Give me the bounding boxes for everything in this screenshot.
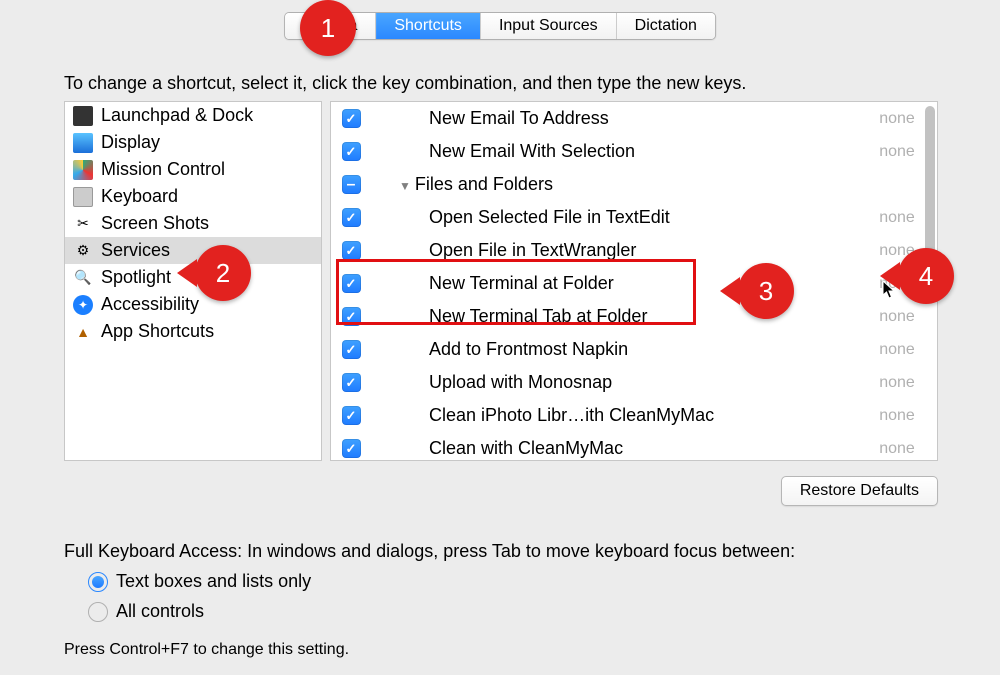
category-label: Launchpad & Dock — [101, 105, 253, 126]
svc-label: Upload with Monosnap — [371, 372, 857, 393]
svc-key[interactable]: none — [857, 341, 937, 359]
app-shortcuts-icon: ▲ — [73, 322, 93, 342]
radio-all-controls[interactable]: All controls — [88, 601, 204, 622]
svc-row[interactable]: New Email With Selection none — [331, 135, 937, 168]
svc-row[interactable]: New Terminal at Folder none — [331, 267, 937, 300]
svc-key[interactable]: none — [857, 440, 937, 458]
svc-row[interactable]: Clean iPhoto Libr…ith CleanMyMac none — [331, 399, 937, 432]
svc-row[interactable]: Open File in TextWrangler none — [331, 234, 937, 267]
category-label: Keyboard — [101, 186, 178, 207]
category-keyboard[interactable]: Keyboard — [65, 183, 321, 210]
category-label: Display — [101, 132, 160, 153]
svc-group-label: ▼Files and Folders — [371, 174, 857, 195]
svc-label: Open File in TextWrangler — [371, 240, 857, 261]
category-label: Screen Shots — [101, 213, 209, 234]
annotation-callout-3: 3 — [738, 263, 794, 319]
display-icon — [73, 133, 93, 153]
checkbox[interactable] — [342, 208, 361, 227]
disclosure-triangle-icon[interactable]: ▼ — [399, 179, 411, 193]
checkbox-mixed[interactable] — [342, 175, 361, 194]
screenshot-icon: ✂︎ — [73, 214, 93, 234]
svc-label: Clean iPhoto Libr…ith CleanMyMac — [371, 405, 857, 426]
hint-text: Press Control+F7 to change this setting. — [64, 641, 349, 659]
radio-text-boxes-only[interactable]: Text boxes and lists only — [88, 571, 311, 592]
svc-key[interactable]: none — [857, 407, 937, 425]
checkbox[interactable] — [342, 340, 361, 359]
annotation-callout-4: 4 — [898, 248, 954, 304]
category-label: Mission Control — [101, 159, 225, 180]
svc-label: Add to Frontmost Napkin — [371, 339, 857, 360]
keyboard-access-text: Full Keyboard Access: In windows and dia… — [64, 541, 795, 562]
svc-label: Open Selected File in TextEdit — [371, 207, 857, 228]
category-accessibility[interactable]: ✦ Accessibility — [65, 291, 321, 318]
svc-row[interactable]: New Email To Address none — [331, 102, 937, 135]
svc-row[interactable]: Add to Frontmost Napkin none — [331, 333, 937, 366]
category-label: App Shortcuts — [101, 321, 214, 342]
category-label: Spotlight — [101, 267, 171, 288]
svc-row[interactable]: Clean with CleanMyMac none — [331, 432, 937, 461]
svc-key[interactable]: none — [857, 308, 937, 326]
cursor-icon — [882, 280, 896, 300]
checkbox[interactable] — [342, 406, 361, 425]
tab-shortcuts[interactable]: Shortcuts — [376, 13, 481, 39]
category-label: Services — [101, 240, 170, 261]
instruction-text: To change a shortcut, select it, click t… — [64, 73, 746, 94]
services-list: New Email To Address none New Email With… — [330, 101, 938, 461]
restore-defaults-button[interactable]: Restore Defaults — [781, 476, 938, 506]
radio-label: Text boxes and lists only — [116, 571, 311, 592]
svc-label: New Email To Address — [371, 108, 857, 129]
category-display[interactable]: Display — [65, 129, 321, 156]
checkbox[interactable] — [342, 109, 361, 128]
mission-control-icon — [73, 160, 93, 180]
spotlight-icon: 🔍 — [73, 268, 93, 288]
checkbox[interactable] — [342, 307, 361, 326]
radio-label: All controls — [116, 601, 204, 622]
category-mission-control[interactable]: Mission Control — [65, 156, 321, 183]
category-label: Accessibility — [101, 294, 199, 315]
radio-button[interactable] — [88, 602, 108, 622]
gear-icon: ⚙︎ — [73, 241, 93, 261]
checkbox[interactable] — [342, 241, 361, 260]
category-app-shortcuts[interactable]: ▲ App Shortcuts — [65, 318, 321, 345]
svc-row[interactable]: Upload with Monosnap none — [331, 366, 937, 399]
annotation-callout-2: 2 — [195, 245, 251, 301]
svc-row[interactable]: Open Selected File in TextEdit none — [331, 201, 937, 234]
svc-key[interactable]: none — [857, 374, 937, 392]
accessibility-icon: ✦ — [73, 295, 93, 315]
keyboard-icon — [73, 187, 93, 207]
category-screen-shots[interactable]: ✂︎ Screen Shots — [65, 210, 321, 237]
annotation-callout-1: 1 — [300, 0, 356, 56]
checkbox[interactable] — [342, 274, 361, 293]
tab-dictation[interactable]: Dictation — [617, 13, 715, 39]
checkbox[interactable] — [342, 439, 361, 458]
svc-row[interactable]: New Terminal Tab at Folder none — [331, 300, 937, 333]
svc-group-row[interactable]: ▼Files and Folders — [331, 168, 937, 201]
category-launchpad[interactable]: Launchpad & Dock — [65, 102, 321, 129]
svc-label: Clean with CleanMyMac — [371, 438, 857, 459]
svc-label: New Email With Selection — [371, 141, 857, 162]
launchpad-icon — [73, 106, 93, 126]
checkbox[interactable] — [342, 373, 361, 392]
tab-input-sources[interactable]: Input Sources — [481, 13, 617, 39]
radio-button[interactable] — [88, 572, 108, 592]
checkbox[interactable] — [342, 142, 361, 161]
